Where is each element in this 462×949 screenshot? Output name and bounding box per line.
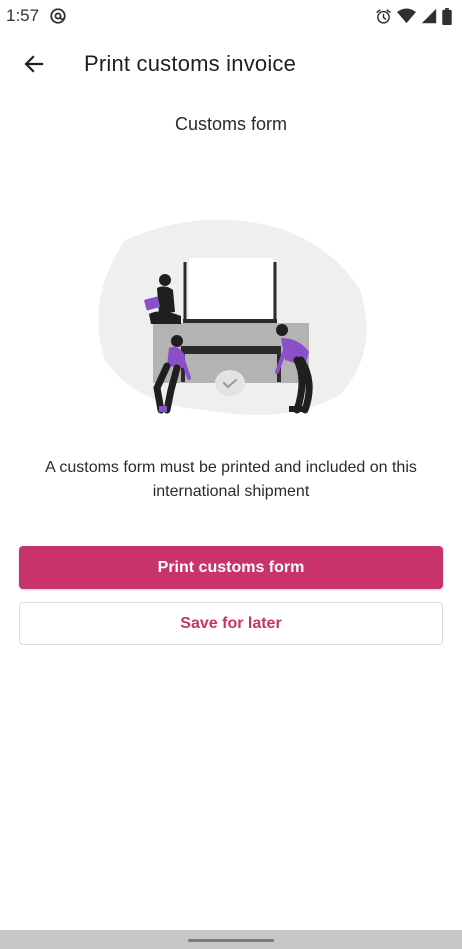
section-heading: Customs form [174,114,288,134]
status-bar: 1:57 [0,0,462,32]
signal-icon [421,8,437,24]
print-customs-form-button[interactable]: Print customs form [19,546,443,589]
app-bar: Print customs invoice [0,36,462,92]
home-gesture-handle[interactable] [188,939,274,942]
at-sign-icon [49,7,67,25]
page-title: Print customs invoice [84,51,297,76]
illustration-check [215,370,245,396]
alarm-icon [375,8,392,25]
status-right [375,7,452,25]
status-left: 1:57 [6,6,67,26]
status-time: 1:57 [6,6,40,25]
arrow-left-icon [22,52,46,76]
illustration-paper [189,258,273,324]
system-nav-bar [0,930,462,949]
description-text: A customs form must be printed and inclu… [45,459,417,500]
back-button[interactable] [6,36,62,92]
printer-with-people-illustration [85,210,375,425]
battery-icon [442,7,452,25]
save-for-later-button[interactable]: Save for later [19,602,443,645]
wifi-icon [397,8,416,24]
